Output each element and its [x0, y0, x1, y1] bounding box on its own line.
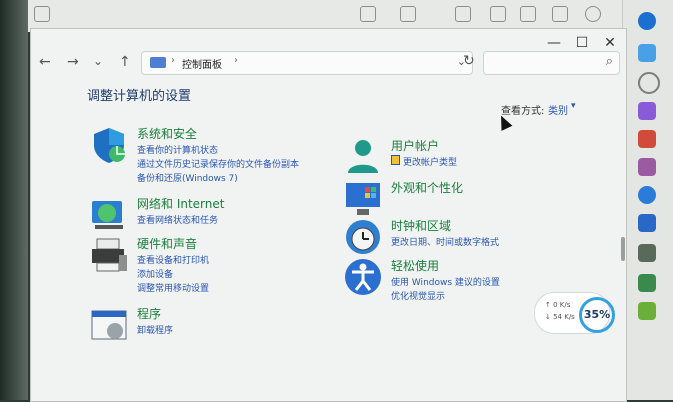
category-link[interactable]: 备份和还原(Windows 7) [137, 171, 238, 184]
outlook-icon[interactable] [638, 214, 656, 232]
tab-icon[interactable] [360, 6, 376, 22]
circle-icon[interactable] [638, 186, 656, 204]
programs-icon[interactable] [89, 305, 129, 345]
category-title[interactable]: 系统和安全 [137, 125, 197, 142]
search-icon[interactable] [638, 72, 660, 94]
network-globe-icon[interactable] [89, 195, 129, 235]
category-link[interactable]: 更改帐户类型 [403, 155, 457, 168]
page-title: 调整计算机的设置 [87, 89, 192, 104]
back-button[interactable]: ← [39, 54, 51, 70]
upload-speed: ↑ 0 K/s [545, 301, 571, 309]
tab-icon[interactable] [34, 6, 50, 22]
category-appearance: 外观和个性化 [343, 179, 523, 219]
appearance-icon[interactable] [343, 179, 383, 219]
category-title[interactable]: 外观和个性化 [391, 179, 463, 196]
category-user-accounts: 用户帐户 更改帐户类型 [343, 137, 523, 173]
category-hardware-sound: 硬件和声音 查看设备和打印机 添加设备 调整常用移动设置 [89, 235, 289, 297]
user-accounts-icon[interactable] [343, 137, 383, 177]
category-link[interactable]: 添加设备 [137, 267, 173, 280]
category-system-security: 系统和安全 查看你的计算机状态 通过文件历史记录保存你的文件备份副本 备份和还原… [89, 125, 349, 185]
download-speed: ↓ 54 K/s [545, 313, 575, 321]
search-input[interactable]: ⌕ [483, 51, 620, 75]
security-shield-icon[interactable] [89, 125, 129, 165]
tab-icon[interactable] [520, 6, 536, 22]
category-ease-of-access: 轻松使用 使用 Windows 建议的设置 优化视觉显示 [343, 257, 543, 307]
category-title[interactable]: 硬件和声音 [137, 235, 197, 252]
usage-percent-badge: 35% [579, 297, 615, 333]
chevron-right-icon[interactable]: › [234, 55, 238, 66]
category-title[interactable]: 用户帐户 [391, 137, 439, 154]
category-title[interactable]: 时钟和区域 [391, 217, 451, 234]
bag-icon[interactable] [638, 130, 656, 148]
tag-icon[interactable] [638, 102, 656, 120]
category-clock-region: 时钟和区域 更改日期、时间或数字格式 [343, 217, 543, 254]
search-icon: ⌕ [605, 54, 613, 69]
tab-icon[interactable] [455, 6, 471, 22]
breadcrumb[interactable]: 控制面板 [182, 56, 222, 71]
recent-locations-button[interactable]: ⌄ [93, 54, 103, 68]
clock-globe-icon[interactable] [343, 217, 383, 257]
address-bar[interactable]: › 控制面板 › ⌄ [141, 51, 473, 75]
category-title[interactable]: 程序 [137, 305, 161, 322]
profile-icon[interactable] [585, 6, 601, 22]
chevron-down-icon[interactable]: ▾ [571, 101, 576, 111]
bell-icon[interactable] [638, 44, 656, 62]
category-title[interactable]: 网络和 Internet [137, 195, 224, 212]
refresh-button[interactable]: ↻ [463, 53, 475, 69]
view-by-dropdown[interactable]: 类别 [548, 102, 568, 117]
chevron-right-icon: › [171, 55, 175, 66]
forward-button[interactable]: → [67, 54, 79, 70]
category-link[interactable]: 查看网络状态和任务 [137, 213, 218, 226]
tab-icon[interactable] [552, 6, 568, 22]
uac-shield-icon [391, 155, 400, 165]
category-link[interactable]: 查看你的计算机状态 [137, 143, 218, 156]
category-link[interactable]: 优化视觉显示 [391, 289, 445, 302]
category-link[interactable]: 卸载程序 [137, 323, 173, 336]
category-title[interactable]: 轻松使用 [391, 257, 439, 274]
tab-icon[interactable] [400, 6, 416, 22]
excel-icon[interactable] [638, 302, 656, 320]
category-link[interactable]: 调整常用移动设置 [137, 281, 209, 294]
category-link[interactable]: 使用 Windows 建议的设置 [391, 275, 500, 288]
category-link[interactable]: 查看设备和打印机 [137, 253, 209, 266]
control-panel-window: — ☐ ✕ ← → ⌄ ↑ › 控制面板 › ⌄ ↻ ⌕ 调整计算机的设置 查看… [30, 28, 627, 402]
category-network-internet: 网络和 Internet 查看网络状态和任务 [89, 195, 289, 231]
category-link[interactable]: 通过文件历史记录保存你的文件备份副本 [137, 157, 299, 170]
category-programs: 程序 卸载程序 [89, 305, 289, 345]
scrollbar-thumb[interactable] [621, 237, 625, 261]
category-link[interactable]: 更改日期、时间或数字格式 [391, 235, 499, 248]
up-button[interactable]: ↑ [119, 54, 131, 70]
control-panel-icon [150, 57, 166, 68]
games-icon[interactable] [638, 158, 656, 176]
cart-icon[interactable] [638, 244, 656, 262]
network-speed-widget[interactable]: ↑ 0 K/s ↓ 54 K/s 35% [534, 292, 615, 334]
ease-of-access-icon[interactable] [343, 257, 383, 297]
monitor-bezel [0, 0, 28, 400]
navigation-bar: ← → ⌄ ↑ › 控制面板 › ⌄ ↻ ⌕ [31, 47, 626, 79]
app-icon[interactable] [638, 274, 656, 292]
edge-sidebar [622, 0, 673, 400]
printer-icon[interactable] [89, 235, 129, 275]
tab-icon[interactable] [490, 6, 506, 22]
bing-icon[interactable] [638, 12, 656, 30]
